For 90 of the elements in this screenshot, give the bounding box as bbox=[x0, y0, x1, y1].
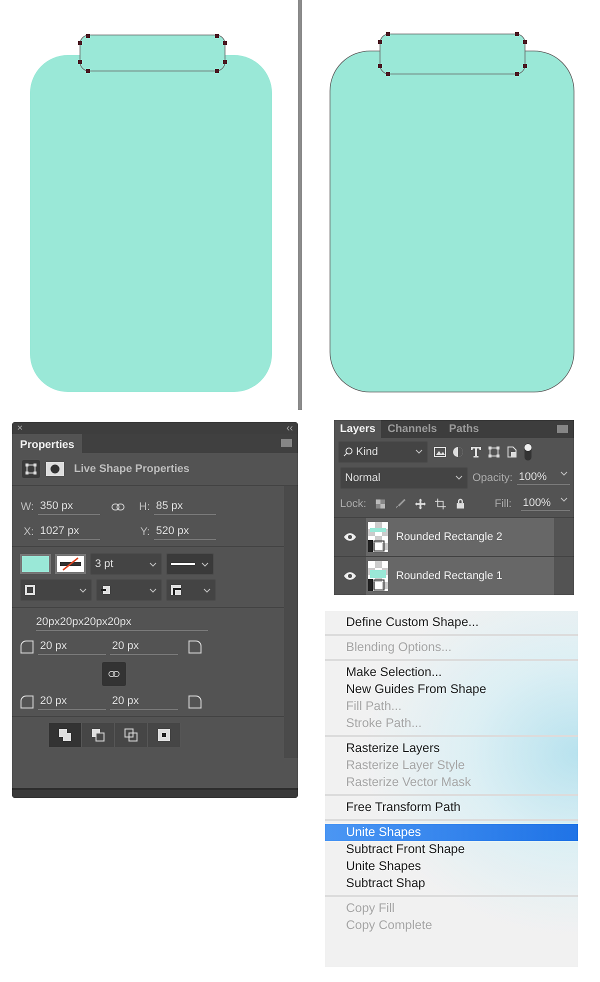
field-label: X: bbox=[22, 526, 34, 538]
menu-item[interactable]: Define Custom Shape... bbox=[325, 614, 578, 631]
eye-icon[interactable] bbox=[344, 572, 356, 580]
lock-icon[interactable] bbox=[454, 498, 466, 510]
adjustment-icon[interactable] bbox=[452, 446, 464, 458]
panel-tab[interactable]: Properties bbox=[12, 434, 82, 453]
stroke-cap-dropdown[interactable] bbox=[96, 579, 162, 601]
chevron-icon bbox=[415, 449, 423, 454]
eye-icon[interactable] bbox=[344, 533, 356, 541]
field-label: Y: bbox=[139, 526, 150, 538]
fill-label: Fill: bbox=[494, 498, 512, 510]
chevron-icon bbox=[201, 562, 209, 566]
shape-properties-button[interactable] bbox=[22, 460, 40, 478]
corner-radius-field[interactable]: 20 px bbox=[38, 693, 106, 710]
panel-tab[interactable]: Layers bbox=[334, 420, 382, 438]
chevron-icon bbox=[79, 588, 87, 592]
field-label: H: bbox=[138, 500, 150, 512]
corner-radius-icon bbox=[20, 694, 34, 708]
layer-item[interactable]: Rounded Rectangle 2 bbox=[366, 518, 554, 556]
corner-radius-field[interactable]: 20 px bbox=[110, 693, 178, 710]
link-icon bbox=[108, 670, 120, 678]
stroke-align-dropdown[interactable] bbox=[20, 579, 92, 601]
path-operation-icon bbox=[91, 728, 105, 742]
menu-item[interactable]: Rasterize Layers bbox=[325, 740, 578, 757]
corner-radius-icon bbox=[20, 640, 34, 654]
menu-icon[interactable] bbox=[281, 439, 292, 447]
image-icon[interactable] bbox=[434, 446, 446, 458]
menu-item[interactable]: Free Transform Path bbox=[325, 799, 578, 816]
corner-radius-icon bbox=[188, 694, 202, 708]
bounding-box-icon bbox=[25, 463, 37, 475]
y-position-field[interactable]: 520 px bbox=[154, 523, 216, 540]
scrollbar[interactable] bbox=[284, 486, 298, 758]
chevron-icon bbox=[560, 471, 568, 476]
line-join-icon bbox=[171, 585, 181, 595]
mask-icon[interactable] bbox=[46, 462, 64, 476]
corner-radius-field[interactable]: 20 px bbox=[110, 638, 178, 655]
chevron-icon bbox=[149, 588, 157, 592]
collapse-button[interactable]: ‹‹ bbox=[286, 422, 293, 434]
link-corners-button[interactable] bbox=[102, 662, 126, 686]
filter-dropdown[interactable]: Kind bbox=[338, 440, 428, 462]
path-operation-icon bbox=[58, 728, 72, 742]
shape-icon[interactable] bbox=[488, 446, 500, 458]
line-cap-icon bbox=[101, 585, 111, 595]
fill-swatch[interactable] bbox=[20, 554, 51, 574]
menu-item[interactable]: Unite Shapes bbox=[325, 824, 578, 841]
chevron-icon bbox=[149, 562, 157, 566]
move-icon[interactable] bbox=[415, 498, 426, 510]
corner-radius-icon bbox=[188, 640, 202, 654]
corner-radius-summary-field[interactable]: 20px20px20px20px bbox=[36, 614, 208, 631]
opacity-label: Opacity: bbox=[472, 472, 513, 484]
menu-item[interactable]: Unite Shapes bbox=[325, 858, 578, 875]
x-position-field[interactable]: 1027 px bbox=[38, 523, 100, 540]
menu-item[interactable]: New Guides From Shape bbox=[325, 681, 578, 698]
layer-thumbnail-icon bbox=[368, 522, 388, 552]
height-field[interactable]: 85 px bbox=[154, 498, 216, 515]
panel-heading: Live Shape Properties bbox=[74, 463, 190, 475]
chevron-icon bbox=[560, 497, 568, 502]
path-operation-icon bbox=[124, 728, 138, 742]
filter-toggle[interactable] bbox=[524, 442, 532, 460]
solid-line-icon bbox=[171, 562, 195, 566]
menu-item[interactable]: Subtract Front Shape bbox=[325, 841, 578, 858]
width-field[interactable]: 350 px bbox=[38, 498, 100, 515]
square-stroke-icon bbox=[25, 585, 35, 595]
menu-item[interactable]: Subtract Shap bbox=[325, 875, 578, 892]
path-operation-icon bbox=[157, 728, 171, 742]
lock-label: Lock: bbox=[340, 498, 366, 510]
corner-radius-field[interactable]: 20 px bbox=[38, 638, 106, 655]
no-stroke-swatch[interactable] bbox=[55, 554, 86, 574]
layer-thumbnail-icon bbox=[368, 561, 388, 591]
path-operation-button[interactable] bbox=[49, 723, 82, 747]
lock-transparency-icon[interactable] bbox=[375, 498, 386, 510]
search-icon bbox=[343, 446, 353, 456]
chevron-icon bbox=[203, 588, 211, 592]
menu-item[interactable]: Make Selection... bbox=[325, 664, 578, 681]
menu-icon[interactable] bbox=[557, 425, 568, 433]
chevron-icon bbox=[455, 475, 464, 480]
brush-icon[interactable] bbox=[395, 498, 406, 510]
field-label: W: bbox=[20, 500, 34, 512]
fill-field[interactable]: 100% bbox=[520, 496, 570, 511]
artboard-icon[interactable] bbox=[434, 498, 446, 510]
type-icon[interactable] bbox=[470, 446, 482, 458]
smart-object-icon[interactable] bbox=[506, 446, 518, 458]
blend-mode-dropdown[interactable]: Normal bbox=[340, 466, 468, 488]
stroke-corner-dropdown[interactable] bbox=[166, 579, 216, 601]
layer-item[interactable]: Rounded Rectangle 1 bbox=[366, 557, 554, 595]
opacity-field[interactable]: 100% bbox=[516, 470, 570, 485]
close-button[interactable]: × bbox=[17, 422, 23, 434]
stroke-width-dropdown[interactable]: 3 pt bbox=[90, 553, 162, 575]
link-icon bbox=[111, 502, 125, 510]
stroke-style-dropdown[interactable] bbox=[166, 553, 214, 575]
